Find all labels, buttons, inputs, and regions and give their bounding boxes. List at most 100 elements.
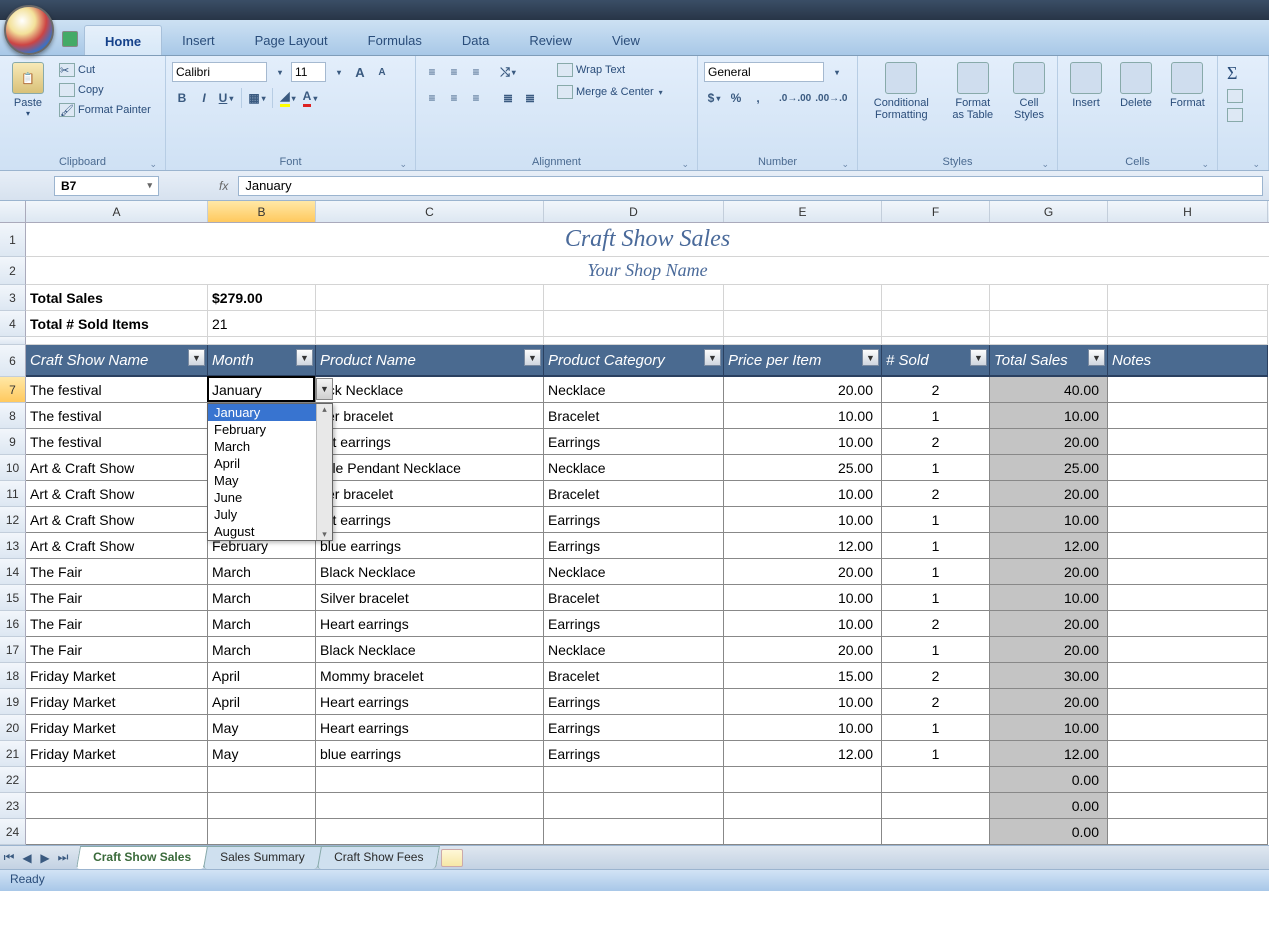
select-all-button[interactable] bbox=[0, 201, 26, 222]
cell-price[interactable]: 10.00 bbox=[724, 507, 882, 533]
cell-category[interactable]: Bracelet bbox=[544, 585, 724, 611]
cell[interactable] bbox=[990, 285, 1108, 311]
cell-category[interactable]: Necklace bbox=[544, 455, 724, 481]
cell-product[interactable]: Black Necklace bbox=[316, 559, 544, 585]
row-header[interactable]: 17 bbox=[0, 637, 26, 663]
cell-show[interactable]: Art & Craft Show bbox=[26, 533, 208, 559]
cell-sold[interactable]: 1 bbox=[882, 455, 990, 481]
cell-notes[interactable] bbox=[1108, 611, 1268, 637]
table-header[interactable]: Notes bbox=[1108, 345, 1268, 377]
row-header[interactable]: 23 bbox=[0, 793, 26, 819]
tab-data[interactable]: Data bbox=[442, 25, 509, 55]
orientation-button[interactable]: ⤭ bbox=[498, 62, 518, 82]
cell-sold[interactable]: 2 bbox=[882, 377, 990, 403]
font-name-dd-icon[interactable] bbox=[269, 62, 289, 82]
format-painter-button[interactable]: 🖌Format Painter bbox=[56, 102, 154, 118]
cell-sold[interactable]: 1 bbox=[882, 741, 990, 767]
copy-button[interactable]: Copy bbox=[56, 82, 154, 98]
fx-icon[interactable]: fx bbox=[219, 179, 228, 193]
cell-notes[interactable] bbox=[1108, 533, 1268, 559]
cell[interactable] bbox=[990, 337, 1108, 345]
formula-input[interactable] bbox=[238, 176, 1263, 196]
col-header-B[interactable]: B bbox=[208, 201, 316, 222]
cell-category[interactable] bbox=[544, 793, 724, 819]
cell-price[interactable] bbox=[724, 793, 882, 819]
conditional-formatting-button[interactable]: Conditional Formatting bbox=[864, 58, 939, 125]
currency-button[interactable]: $ bbox=[704, 88, 724, 108]
month-dropdown[interactable]: JanuaryFebruaryMarchAprilMayJuneJulyAugu… bbox=[207, 403, 333, 541]
cell[interactable] bbox=[1108, 337, 1268, 345]
cell-dropdown-button[interactable]: ▼ bbox=[316, 378, 333, 400]
total-items-label[interactable]: Total # Sold Items bbox=[26, 311, 208, 337]
row-header[interactable] bbox=[0, 337, 26, 345]
cell-show[interactable] bbox=[26, 767, 208, 793]
cell-product[interactable]: rple Pendant Necklace bbox=[316, 455, 544, 481]
cell-category[interactable]: Necklace bbox=[544, 637, 724, 663]
col-header-A[interactable]: A bbox=[26, 201, 208, 222]
cell-sold[interactable]: 1 bbox=[882, 507, 990, 533]
cell-sold[interactable]: 2 bbox=[882, 611, 990, 637]
cell-category[interactable]: Earrings bbox=[544, 741, 724, 767]
shrink-font-button[interactable]: A bbox=[372, 62, 392, 82]
cell[interactable] bbox=[882, 311, 990, 337]
name-box[interactable]: B7▾ bbox=[54, 176, 159, 196]
cell-price[interactable]: 10.00 bbox=[724, 715, 882, 741]
cell-month[interactable]: March bbox=[208, 559, 316, 585]
cell-month[interactable]: March bbox=[208, 585, 316, 611]
cell-sold[interactable] bbox=[882, 767, 990, 793]
cell-total[interactable]: 10.00 bbox=[990, 403, 1108, 429]
cell-product[interactable] bbox=[316, 767, 544, 793]
cell-notes[interactable] bbox=[1108, 819, 1268, 845]
row-header[interactable]: 7 bbox=[0, 377, 26, 403]
cell-category[interactable]: Bracelet bbox=[544, 663, 724, 689]
row-header[interactable]: 3 bbox=[0, 285, 26, 311]
row-header[interactable]: 16 bbox=[0, 611, 26, 637]
tab-insert[interactable]: Insert bbox=[162, 25, 235, 55]
cell-product[interactable]: art earrings bbox=[316, 429, 544, 455]
row-header[interactable]: 24 bbox=[0, 819, 26, 845]
cell-total[interactable]: 0.00 bbox=[990, 767, 1108, 793]
cell-product[interactable]: ver bracelet bbox=[316, 481, 544, 507]
cell-sold[interactable]: 2 bbox=[882, 481, 990, 507]
align-left-button[interactable]: ≡ bbox=[422, 88, 442, 108]
cell-notes[interactable] bbox=[1108, 793, 1268, 819]
cell-total[interactable]: 25.00 bbox=[990, 455, 1108, 481]
cell-show[interactable]: The Fair bbox=[26, 559, 208, 585]
fill-color-button[interactable]: ◢ bbox=[278, 88, 298, 108]
row-header[interactable]: 9 bbox=[0, 429, 26, 455]
row-header[interactable]: 8 bbox=[0, 403, 26, 429]
cell-show[interactable]: Friday Market bbox=[26, 663, 208, 689]
cell-price[interactable]: 20.00 bbox=[724, 637, 882, 663]
cell-notes[interactable] bbox=[1108, 481, 1268, 507]
cell-month[interactable] bbox=[208, 819, 316, 845]
cell-product[interactable]: Heart earrings bbox=[316, 715, 544, 741]
cell[interactable] bbox=[544, 285, 724, 311]
fill-button[interactable] bbox=[1224, 88, 1246, 104]
cell-price[interactable]: 10.00 bbox=[724, 585, 882, 611]
cell-total[interactable]: 30.00 bbox=[990, 663, 1108, 689]
row-header[interactable]: 21 bbox=[0, 741, 26, 767]
cell-month[interactable]: May bbox=[208, 741, 316, 767]
dropdown-option[interactable]: August bbox=[208, 523, 332, 540]
row-header[interactable]: 18 bbox=[0, 663, 26, 689]
cell-show[interactable]: Friday Market bbox=[26, 715, 208, 741]
cell-price[interactable] bbox=[724, 767, 882, 793]
cell-category[interactable]: Earrings bbox=[544, 611, 724, 637]
align-middle-button[interactable]: ≡ bbox=[444, 62, 464, 82]
cell-sold[interactable]: 1 bbox=[882, 403, 990, 429]
cell-product[interactable]: art earrings bbox=[316, 507, 544, 533]
row-header[interactable]: 20 bbox=[0, 715, 26, 741]
filter-button[interactable]: ▼ bbox=[704, 349, 721, 366]
cell[interactable] bbox=[882, 285, 990, 311]
cell[interactable] bbox=[724, 285, 882, 311]
cell-total[interactable]: 20.00 bbox=[990, 481, 1108, 507]
tab-view[interactable]: View bbox=[592, 25, 660, 55]
cell-notes[interactable] bbox=[1108, 767, 1268, 793]
cell-price[interactable]: 10.00 bbox=[724, 429, 882, 455]
table-header[interactable]: Product Category▼ bbox=[544, 345, 724, 377]
dropdown-option[interactable]: April bbox=[208, 455, 332, 472]
cell-price[interactable]: 20.00 bbox=[724, 559, 882, 585]
total-sales-value[interactable]: $279.00 bbox=[208, 285, 316, 311]
cell-sold[interactable]: 1 bbox=[882, 533, 990, 559]
cell-total[interactable]: 12.00 bbox=[990, 533, 1108, 559]
